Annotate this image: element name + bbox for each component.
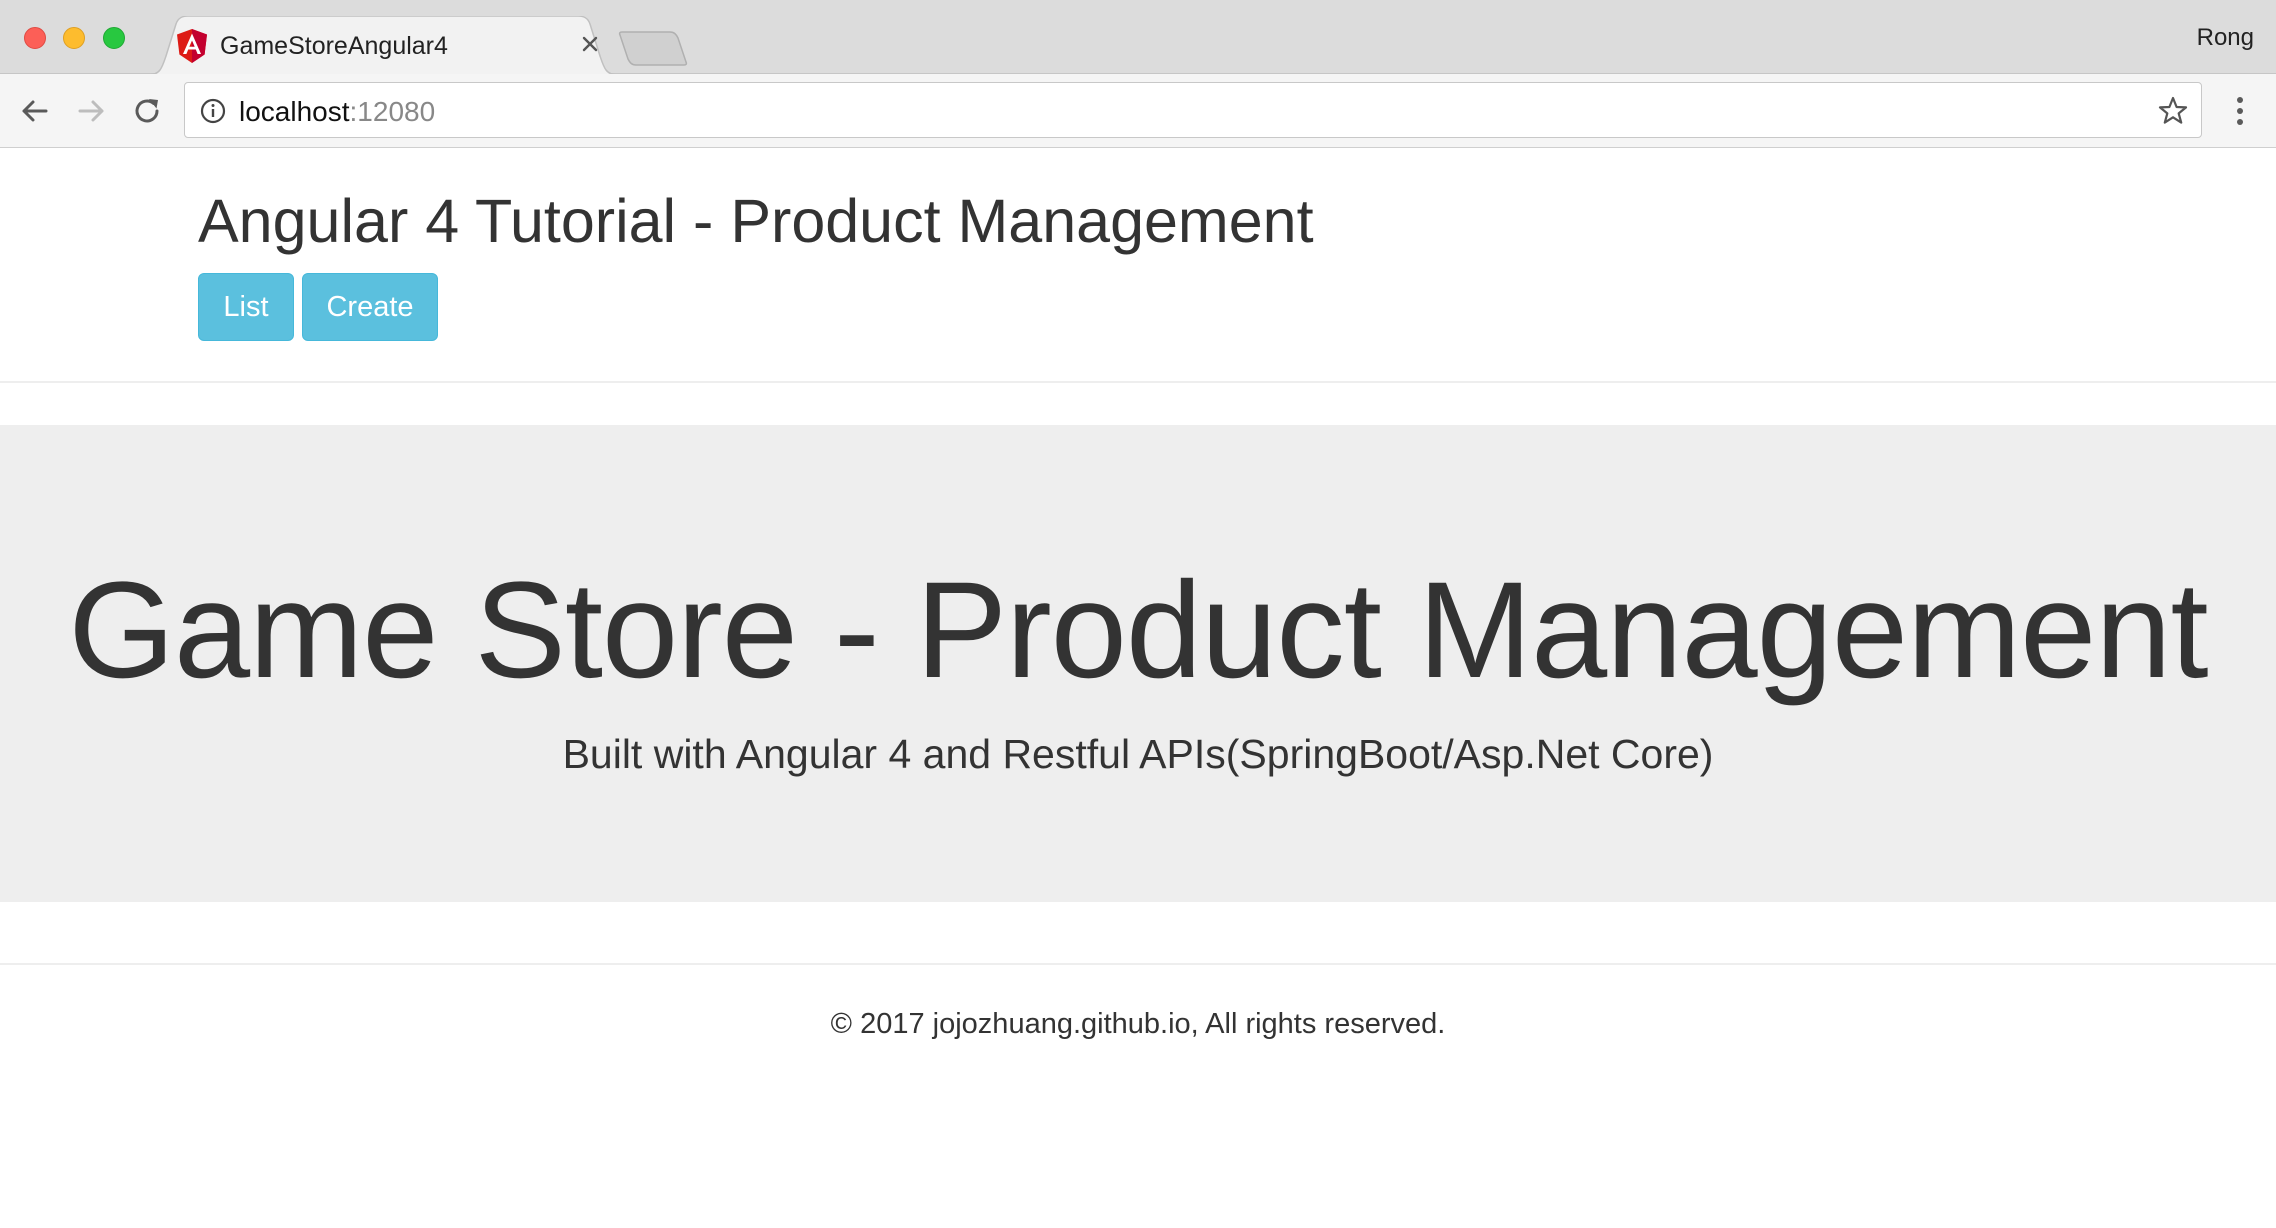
url-port: :12080 [349,96,436,127]
browser-toolbar: localhost:12080 [0,74,2276,148]
header-divider [0,381,2276,383]
page-title: Angular 4 Tutorial - Product Management [198,187,1314,255]
window-minimize-button[interactable] [63,27,85,49]
tab-close-icon[interactable] [576,30,604,58]
browser-tab-bar: GameStoreAngular4 Rong [0,0,2276,75]
back-arrow-icon[interactable] [16,92,54,130]
tab-title: GameStoreAngular4 [220,32,448,60]
new-tab-button[interactable] [618,30,690,66]
jumbotron: Game Store - Product Management Built wi… [0,425,2276,902]
angular-logo-icon [176,29,208,63]
window-close-button[interactable] [24,27,46,49]
info-icon[interactable] [199,97,227,125]
jumbotron-subtitle: Built with Angular 4 and Restful APIs(Sp… [562,731,1714,777]
list-button[interactable]: List [198,273,294,341]
jumbotron-title: Game Store - Product Management [68,554,2208,707]
create-button[interactable]: Create [302,273,438,341]
browser-menu-icon[interactable] [2226,92,2254,130]
address-url[interactable]: localhost:12080 [239,96,435,128]
forward-arrow-icon[interactable] [72,92,110,130]
bookmark-star-icon[interactable] [2157,95,2189,127]
footer-divider [0,963,2276,965]
address-bar[interactable]: localhost:12080 [184,82,2202,138]
footer-copyright: © 2017 jojozhuang.github.io, All rights … [830,1008,1446,1040]
profile-name[interactable]: Rong [2197,24,2254,52]
url-host: localhost [239,96,350,127]
page-content: Angular 4 Tutorial - Product Management … [0,148,2276,1228]
window-maximize-button[interactable] [103,27,125,49]
browser-tab-active[interactable]: GameStoreAngular4 [148,16,618,75]
reload-icon[interactable] [128,92,166,130]
